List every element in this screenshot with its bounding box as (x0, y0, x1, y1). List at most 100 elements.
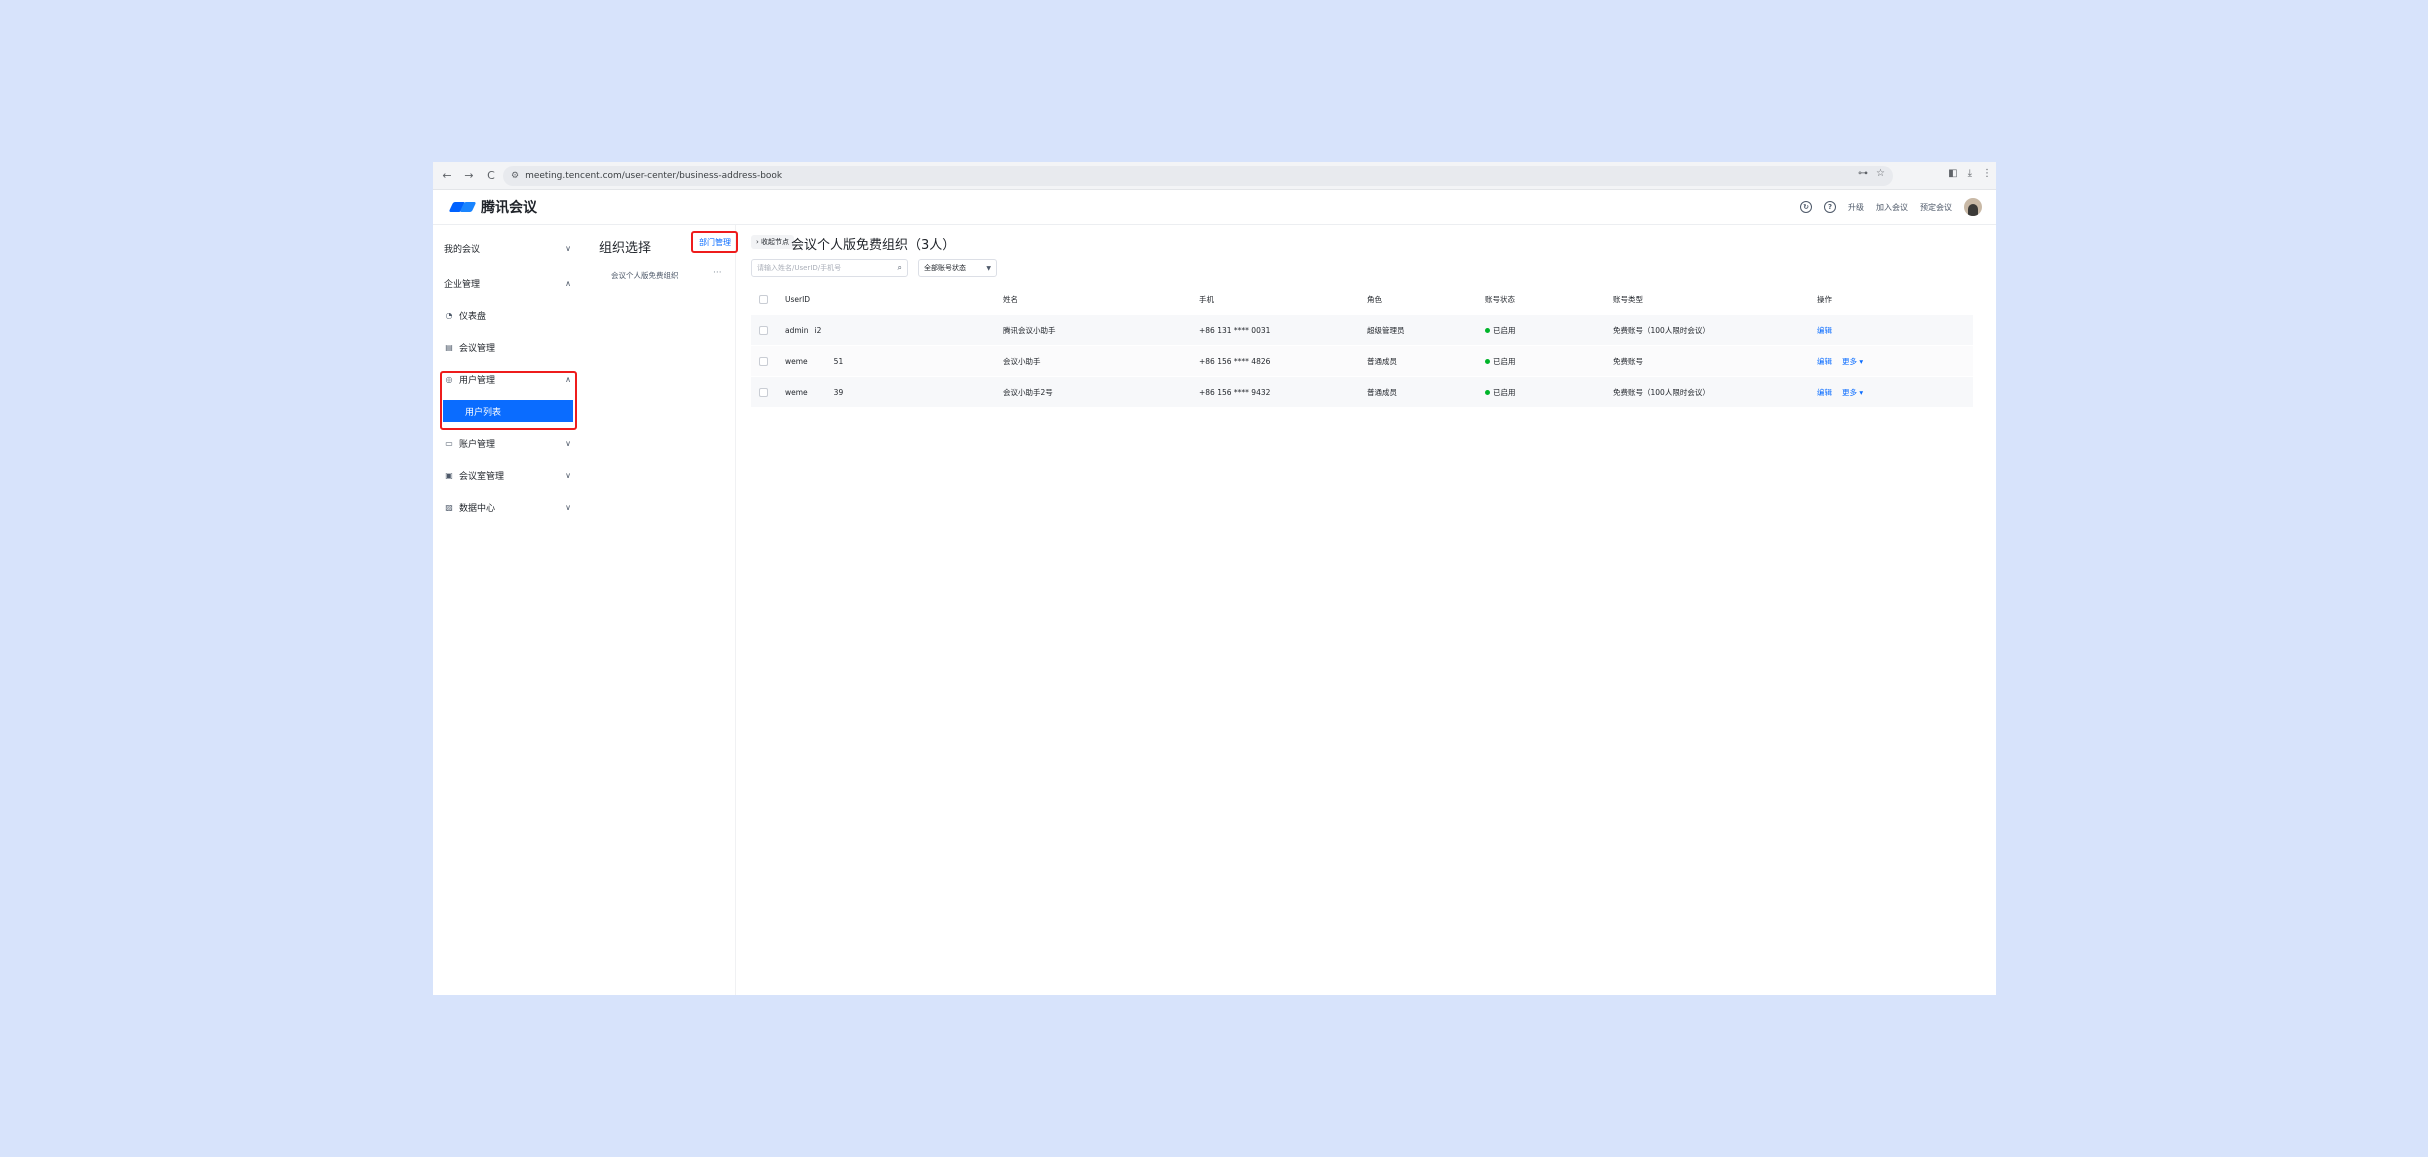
sidebar-item-label: 账户管理 (459, 439, 496, 450)
org-tree-node[interactable]: 会议个人版免费组织 (611, 270, 679, 281)
cell-phone: +86 131 **** 0031 (1199, 325, 1271, 335)
sidebar-item-dashboard[interactable]: ◔ 仪表盘 (441, 304, 575, 326)
more-dropdown[interactable]: 更多 ▾ (1842, 387, 1863, 398)
cell-userid-suffix: 39 (833, 387, 844, 397)
search-icon[interactable]: ⌕ (898, 263, 902, 273)
tencent-meeting-logo-icon (449, 200, 477, 214)
url-text[interactable]: meeting.tencent.com/user-center/business… (525, 171, 782, 181)
sidebar-item-user-list[interactable]: 用户列表 (443, 400, 573, 422)
side-panel-icon[interactable]: ◧ (1948, 168, 1957, 179)
cell-name: 会议小助手 (1003, 356, 1041, 366)
edit-link[interactable]: 编辑 (1817, 387, 1832, 398)
col-name: 姓名 (1003, 295, 1018, 304)
cell-userid: weme (785, 387, 808, 397)
org-panel: 组织选择 部门管理 会议个人版免费组织 ··· (581, 225, 738, 995)
table-row[interactable]: admin i2 腾讯会议小助手 +86 131 **** 0031 超级管理员 … (751, 314, 1973, 345)
chevron-up-icon: ∧ (565, 278, 571, 288)
cell-type: 免费账号 (1613, 356, 1643, 366)
search-box[interactable]: ⌕ (751, 259, 908, 277)
avatar[interactable] (1964, 198, 1982, 216)
sidebar-item-data-center[interactable]: ▨ 数据中心 ∨ (441, 496, 575, 518)
cell-userid: admin (785, 325, 809, 335)
star-icon[interactable]: ☆ (1876, 168, 1885, 179)
cell-name: 腾讯会议小助手 (1003, 325, 1056, 335)
sidebar-item-user-mgmt[interactable]: ◎ 用户管理 ∧ (441, 368, 575, 390)
key-icon[interactable]: ⊶ (1858, 168, 1868, 179)
browser-toolbar: ← → C ⚙ meeting.tencent.com/user-center/… (433, 162, 1996, 190)
cell-userid-suffix: 51 (833, 356, 844, 366)
site-info-icon[interactable]: ⚙ (511, 171, 519, 181)
cell-status: 已启用 (1493, 387, 1516, 397)
upgrade-link[interactable]: 升级 (1848, 202, 1864, 213)
user-table: UserID 姓名 手机 角色 账号状态 账号类型 操作 admin i2 腾讯会… (751, 285, 1973, 407)
app-header: 腾讯会议 ↻ ? 升级 加入会议 预定会议 (433, 190, 1996, 225)
sidebar-item-label: 用户管理 (459, 375, 496, 386)
chevron-down-icon: ∨ (565, 470, 571, 480)
col-userid: UserID (785, 295, 811, 304)
status-dot-icon (1485, 389, 1490, 395)
search-input[interactable] (757, 264, 887, 272)
cell-role: 超级管理员 (1367, 325, 1405, 335)
col-status: 账号状态 (1485, 295, 1515, 304)
meeting-room-icon: ▣ (445, 470, 453, 480)
forward-arrow-icon[interactable]: → (461, 168, 477, 184)
cell-userid: weme (785, 356, 808, 366)
row-checkbox[interactable] (759, 356, 768, 366)
more-options-icon[interactable]: ··· (713, 268, 722, 278)
app-logo[interactable]: 腾讯会议 (449, 197, 537, 217)
cell-status: 已启用 (1493, 356, 1516, 366)
sidebar-item-label: 仪表盘 (459, 311, 487, 322)
page-title: 会议个人版免费组织（3人） (791, 238, 956, 253)
status-dot-icon (1485, 358, 1490, 364)
download-icon[interactable]: ⤓ (1968, 168, 1972, 179)
col-ops: 操作 (1817, 295, 1832, 304)
cell-status: 已启用 (1493, 325, 1516, 335)
data-chart-icon: ▨ (445, 502, 453, 512)
browser-menu-icon[interactable]: ⋮ (1982, 168, 1992, 179)
sidebar-item-meeting-mgmt[interactable]: ▤ 会议管理 (441, 336, 575, 358)
sidebar-item-room-mgmt[interactable]: ▣ 会议室管理 ∨ (441, 464, 575, 486)
row-checkbox[interactable] (759, 387, 768, 397)
help-icon[interactable]: ? (1824, 201, 1836, 213)
cell-role: 普通成员 (1367, 387, 1397, 397)
dashboard-icon: ◔ (445, 310, 453, 320)
edit-link[interactable]: 编辑 (1817, 325, 1832, 336)
sidebar-item-enterprise[interactable]: 企业管理 ∧ (441, 272, 575, 294)
meeting-list-icon: ▤ (445, 342, 453, 352)
sidebar-item-label: 我的会议 (444, 244, 481, 255)
schedule-meeting-link[interactable]: 预定会议 (1920, 202, 1952, 213)
status-filter-select[interactable]: 全部账号状态 ▼ (918, 259, 997, 277)
status-filter-value: 全部账号状态 (924, 264, 966, 272)
table-row[interactable]: weme 39 会议小助手2号 +86 156 **** 9432 普通成员 已启… (751, 376, 1973, 407)
col-role: 角色 (1367, 295, 1382, 304)
user-circle-icon: ◎ (445, 374, 453, 384)
collapse-nodes-button[interactable]: › 收起节点 (751, 235, 795, 249)
cell-phone: +86 156 **** 4826 (1199, 356, 1271, 366)
reload-icon[interactable]: C (483, 168, 499, 184)
back-arrow-icon[interactable]: ← (439, 168, 455, 184)
dept-mgmt-button[interactable]: 部门管理 (699, 237, 731, 248)
select-all-checkbox[interactable] (759, 295, 768, 304)
sidebar-item-my-meetings[interactable]: 我的会议 ∨ (441, 237, 575, 259)
status-dot-icon (1485, 327, 1490, 333)
cell-userid-suffix: i2 (814, 325, 822, 335)
col-phone: 手机 (1199, 295, 1214, 304)
chevron-down-icon: ∨ (565, 438, 571, 448)
sidebar-item-label: 会议室管理 (459, 471, 505, 482)
sidebar-item-account-mgmt[interactable]: ▭ 账户管理 ∨ (441, 432, 575, 454)
join-meeting-link[interactable]: 加入会议 (1876, 202, 1908, 213)
chevron-up-icon: ∧ (565, 374, 571, 384)
logo-text: 腾讯会议 (481, 200, 537, 216)
cell-type: 免费账号（100人限时会议） (1613, 325, 1710, 335)
browser-window: ← → C ⚙ meeting.tencent.com/user-center/… (433, 162, 1996, 995)
caret-down-icon: ▼ (986, 264, 991, 272)
row-checkbox[interactable] (759, 325, 768, 335)
support-icon[interactable]: ↻ (1800, 201, 1812, 213)
address-bar[interactable]: ⚙ meeting.tencent.com/user-center/busine… (503, 166, 1893, 186)
cell-role: 普通成员 (1367, 356, 1397, 366)
cell-type: 免费账号（100人限时会议） (1613, 387, 1710, 397)
more-dropdown[interactable]: 更多 ▾ (1842, 356, 1863, 367)
table-row[interactable]: weme 51 会议小助手 +86 156 **** 4826 普通成员 已启用 … (751, 345, 1973, 376)
edit-link[interactable]: 编辑 (1817, 356, 1832, 367)
sidebar-item-label: 会议管理 (459, 343, 496, 354)
